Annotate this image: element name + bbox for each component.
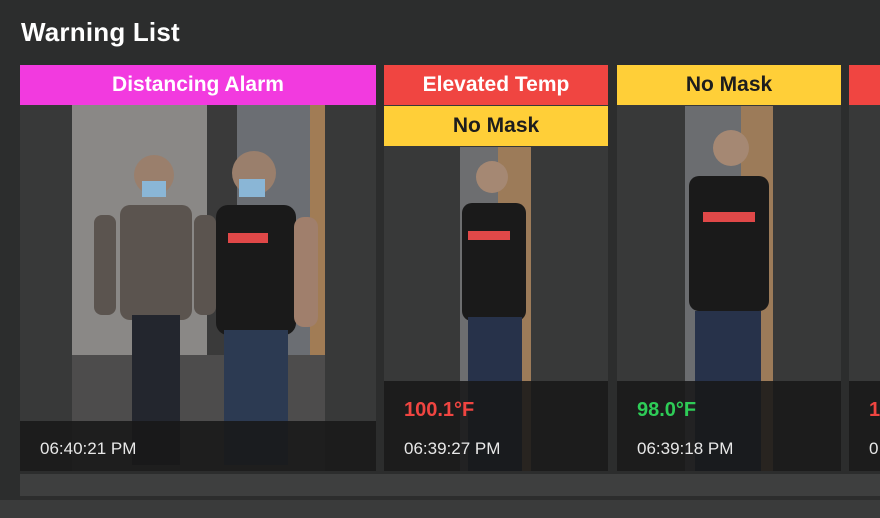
snapshot-image <box>72 105 325 471</box>
warning-card[interactable]: Distancing Alarm 06:40:21 PM <box>20 65 376 471</box>
warning-card[interactable]: No Mask 98.0°F 06:39:18 PM <box>617 65 841 471</box>
tag-no-mask: No Mask <box>384 106 608 146</box>
temperature-reading: 100.1°F <box>404 399 475 421</box>
alert-timestamp: 06:39:18 PM <box>637 439 734 458</box>
temperature-reading: 98.0°F <box>637 399 697 421</box>
tag-elevated-temp <box>849 65 880 105</box>
tag-distancing-alarm: Distancing Alarm <box>20 65 376 105</box>
warning-card[interactable]: 1 0 <box>849 65 880 471</box>
alert-timestamp: 06:39:27 PM <box>404 439 501 458</box>
tag-elevated-temp: Elevated Temp <box>384 65 608 105</box>
alert-timestamp: 06:40:21 PM <box>40 439 137 458</box>
temperature-reading: 1 <box>869 399 880 421</box>
card-info-overlay: 1 0 <box>849 381 880 471</box>
card-info-overlay: 100.1°F 06:39:27 PM <box>384 381 608 471</box>
panel-title: Warning List <box>21 17 180 47</box>
tag-no-mask: No Mask <box>617 65 841 105</box>
card-info-overlay: 98.0°F 06:39:18 PM <box>617 381 841 471</box>
warning-list-panel: Warning List Distancing Alarm 06:40:21 P… <box>0 0 880 500</box>
warning-card[interactable]: Elevated Temp No Mask 100.1°F 06:39:27 P… <box>384 65 608 471</box>
card-info-overlay: 06:40:21 PM <box>20 421 376 471</box>
alert-timestamp: 0 <box>869 439 879 458</box>
horizontal-scrollbar[interactable] <box>20 474 880 496</box>
